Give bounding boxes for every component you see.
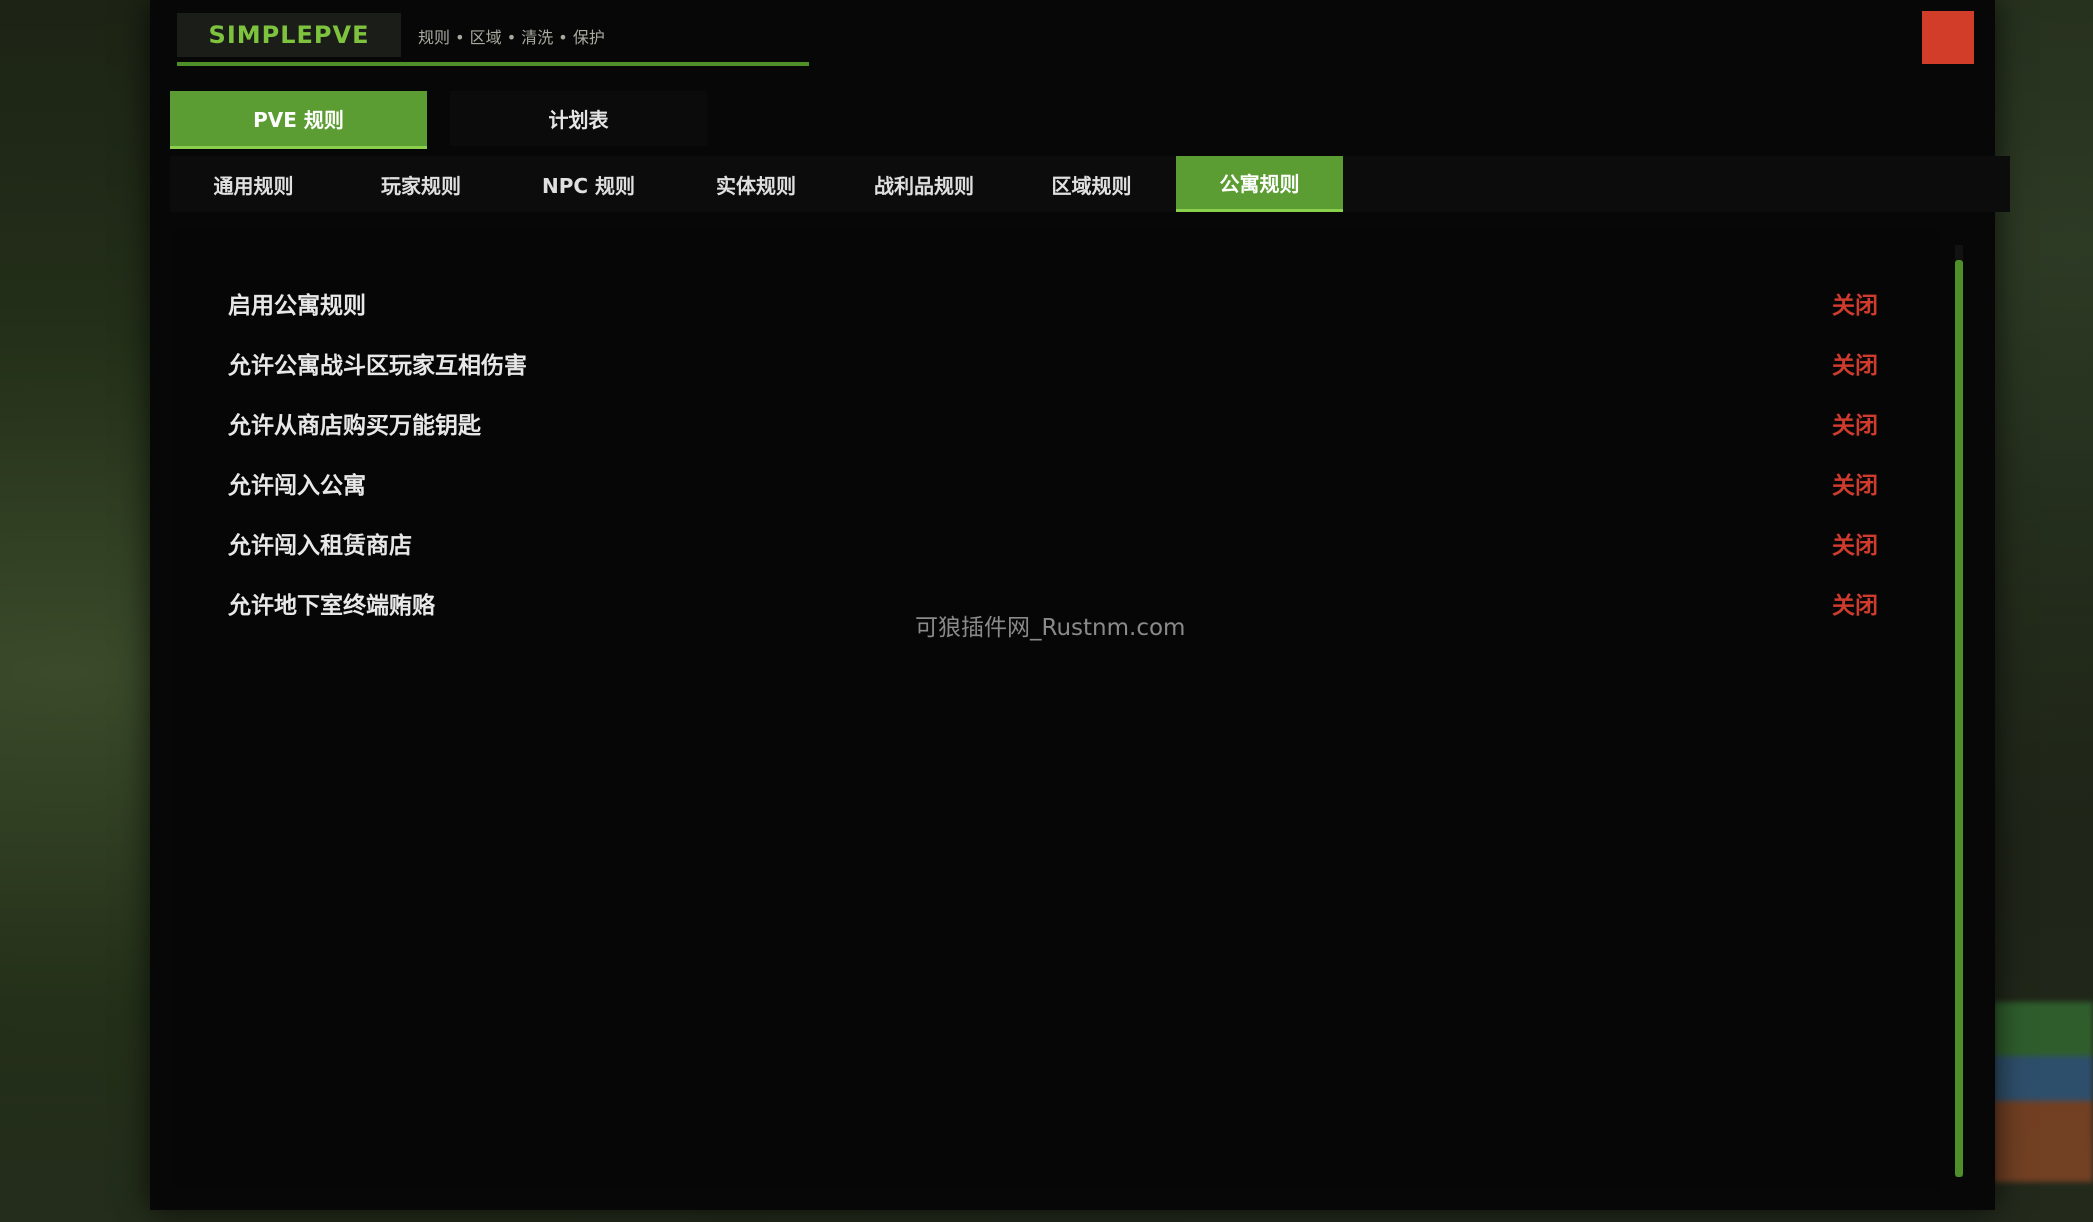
tab-label: PVE 规则 <box>253 108 344 132</box>
sub-tab-label: 公寓规则 <box>1219 172 1300 196</box>
rule-row: 允许闯入公寓 关闭 <box>228 458 1878 508</box>
rules-list: 启用公寓规则 关闭 允许公寓战斗区玩家互相伤害 关闭 允许从商店购买万能钥匙 关… <box>170 230 1940 1190</box>
rule-row: 允许闯入租赁商店 关闭 <box>228 518 1878 568</box>
rule-toggle[interactable]: 关闭 <box>1832 286 1878 320</box>
rule-label: 启用公寓规则 <box>228 293 366 319</box>
rule-label: 允许地下室终端贿赂 <box>228 593 435 619</box>
brand-subtitle: 规则 • 区域 • 清洗 • 保护 <box>418 28 605 47</box>
tab-general-rules[interactable]: 通用规则 <box>170 156 337 212</box>
sub-tab-label: 玩家规则 <box>381 173 461 198</box>
sub-tab-label: 通用规则 <box>213 173 294 198</box>
simplepve-panel: SIMPLEPVE 规则 • 区域 • 清洗 • 保护 PVE 规则 计划表 通… <box>150 0 2010 1210</box>
tab-schedule[interactable]: 计划表 <box>450 91 707 146</box>
brand-underline <box>177 62 809 66</box>
rule-toggle[interactable]: 关闭 <box>1832 526 1878 560</box>
tab-player-rules[interactable]: 玩家规则 <box>337 156 505 212</box>
rule-label: 允许闯入公寓 <box>228 473 366 499</box>
tab-apartment-rules[interactable]: 公寓规则 <box>1176 156 1343 212</box>
rule-label: 允许闯入租赁商店 <box>228 533 412 559</box>
brand-box: SIMPLEPVE <box>177 13 401 57</box>
rule-toggle[interactable]: 关闭 <box>1832 586 1878 620</box>
tab-loot-rules[interactable]: 战利品规则 <box>840 156 1008 212</box>
rule-row: 允许公寓战斗区玩家互相伤害 关闭 <box>228 338 1878 388</box>
rule-toggle[interactable]: 关闭 <box>1832 406 1878 440</box>
tab-pve-rules[interactable]: PVE 规则 <box>170 91 427 149</box>
tab-label: 计划表 <box>548 108 609 132</box>
sub-tab-label: 战利品规则 <box>874 173 974 198</box>
tab-npc-rules[interactable]: NPC 规则 <box>505 156 672 212</box>
background-scene <box>1993 1002 2093 1182</box>
rule-row: 启用公寓规则 关闭 <box>228 278 1878 328</box>
scrollbar-thumb[interactable] <box>1955 260 1963 1177</box>
sub-tab-label: NPC 规则 <box>541 173 636 198</box>
sub-tab-label: 实体规则 <box>716 173 796 198</box>
scrollbar-track[interactable] <box>1955 245 1963 1177</box>
tab-zone-rules[interactable]: 区域规则 <box>1008 156 1175 212</box>
tab-entity-rules[interactable]: 实体规则 <box>672 156 840 212</box>
rule-row: 允许从商店购买万能钥匙 关闭 <box>228 398 1878 448</box>
sub-tab-label: 区域规则 <box>1051 173 1132 198</box>
sub-tab-bar: 通用规则 玩家规则 NPC 规则 实体规则 战利品规则 区域规则 公寓规则 <box>170 156 2010 212</box>
rule-label: 允许公寓战斗区玩家互相伤害 <box>228 353 527 379</box>
watermark: 可狼插件网_Rustnm.com <box>915 615 1186 641</box>
rule-toggle[interactable]: 关闭 <box>1832 466 1878 500</box>
rule-toggle[interactable]: 关闭 <box>1832 346 1878 380</box>
brand-title: SIMPLEPVE <box>208 21 370 49</box>
rule-label: 允许从商店购买万能钥匙 <box>228 413 481 439</box>
close-button[interactable] <box>1922 11 1974 64</box>
